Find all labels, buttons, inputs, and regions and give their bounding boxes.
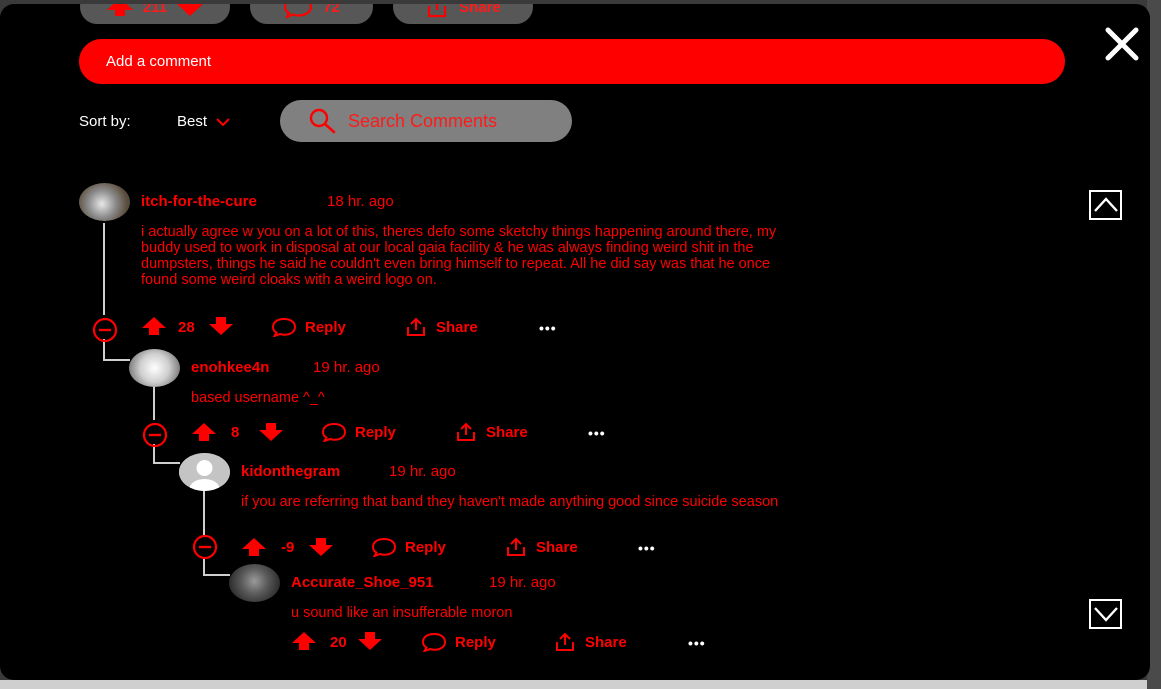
avatar[interactable] (79, 183, 130, 221)
comment-body: u sound like an insufferable moron (291, 605, 513, 621)
more-options-icon[interactable]: ••• (638, 540, 656, 556)
comment-username[interactable]: Accurate_Shoe_951 (291, 574, 434, 591)
comment-score: 8 (231, 424, 240, 441)
comment-username[interactable]: enohkee4n (191, 359, 269, 376)
add-comment-input[interactable]: Add a comment (79, 39, 1065, 84)
close-icon[interactable] (1104, 26, 1140, 62)
sort-dropdown[interactable]: Best (177, 113, 230, 130)
share-label: Share (486, 423, 528, 441)
upvote-icon[interactable] (292, 632, 316, 650)
downvote-icon[interactable] (177, 4, 204, 16)
reply-label: Reply (455, 633, 496, 651)
comment-body: if you are referring that band they have… (241, 494, 779, 510)
thread-line (103, 223, 105, 315)
share-label: Share (536, 538, 578, 556)
share-button[interactable]: Share (504, 537, 578, 557)
scroll-down-button[interactable] (1089, 599, 1122, 629)
sort-value: Best (177, 113, 208, 130)
comment-score: 28 (178, 319, 195, 336)
reply-button[interactable]: Reply (321, 422, 396, 442)
thread-line (203, 574, 230, 576)
collapse-icon[interactable] (191, 534, 219, 560)
chevron-up-icon (1093, 197, 1118, 212)
share-button[interactable]: Share (404, 317, 478, 337)
comment-timestamp: 19 hr. ago (313, 359, 380, 376)
comment-bubble-icon (371, 537, 397, 557)
upvote-icon[interactable] (106, 4, 133, 16)
comment-bubble-icon (284, 4, 313, 18)
post-comment-count: 72 (323, 4, 340, 16)
downvote-icon[interactable] (259, 423, 283, 441)
comment-body: based username ^_^ (191, 390, 325, 406)
reply-button[interactable]: Reply (421, 632, 496, 652)
share-button[interactable]: Share (454, 422, 528, 442)
post-action-bar: 211 72 Share (80, 4, 533, 24)
post-share-label: Share (459, 4, 501, 16)
share-icon (407, 317, 425, 336)
sort-label: Sort by: (79, 113, 131, 130)
post-share-button[interactable]: Share (393, 4, 533, 24)
comment-score: 20 (330, 634, 347, 651)
avatar[interactable] (179, 453, 230, 491)
comment-score: -9 (281, 539, 295, 556)
upvote-icon[interactable] (242, 538, 266, 556)
downvote-icon[interactable] (209, 317, 233, 335)
reply-label: Reply (305, 318, 346, 336)
collapse-icon[interactable] (141, 422, 169, 448)
share-label: Share (436, 318, 478, 336)
reply-label: Reply (355, 423, 396, 441)
downvote-icon[interactable] (309, 538, 333, 556)
thread-line (203, 491, 205, 535)
search-icon (309, 108, 336, 134)
search-comments-button[interactable]: Search Comments (280, 100, 572, 142)
scroll-up-button[interactable] (1089, 190, 1122, 220)
comment-bubble-icon (421, 632, 447, 652)
comment-username[interactable]: kidonthegram (241, 463, 340, 480)
more-options-icon[interactable]: ••• (588, 425, 606, 441)
reply-button[interactable]: Reply (371, 537, 446, 557)
comment-bubble-icon (321, 422, 347, 442)
share-label: Share (585, 633, 627, 651)
upvote-icon[interactable] (142, 317, 166, 335)
chevron-down-icon (216, 117, 230, 126)
reply-button[interactable]: Reply (271, 317, 346, 337)
thread-line (103, 359, 130, 361)
more-options-icon[interactable]: ••• (688, 635, 706, 651)
collapse-icon[interactable] (91, 317, 119, 343)
comment-timestamp: 19 hr. ago (389, 463, 456, 480)
comments-modal: 211 72 Share Add a comment Sort by: Best… (0, 4, 1150, 680)
share-icon (428, 4, 447, 18)
post-vote-count: 211 (142, 4, 168, 16)
search-comments-label: Search Comments (348, 110, 498, 131)
share-icon (457, 422, 475, 441)
post-vote-pill: 211 (80, 4, 230, 24)
avatar[interactable] (229, 564, 280, 602)
post-comments-pill[interactable]: 72 (250, 4, 373, 24)
underlying-page-strip (0, 680, 1161, 689)
chevron-down-icon (1093, 607, 1118, 622)
comment-timestamp: 18 hr. ago (327, 193, 394, 210)
comment-body: i actually agree w you on a lot of this,… (141, 224, 777, 288)
reply-label: Reply (405, 538, 446, 556)
share-icon (507, 537, 525, 556)
default-avatar-icon (179, 453, 230, 491)
add-comment-placeholder: Add a comment (106, 53, 212, 70)
thread-line (153, 386, 155, 420)
downvote-icon[interactable] (358, 632, 382, 650)
comment-username[interactable]: itch-for-the-cure (141, 193, 257, 210)
more-options-icon[interactable]: ••• (539, 320, 557, 336)
thread-line (153, 462, 180, 464)
upvote-icon[interactable] (192, 423, 216, 441)
share-button[interactable]: Share (553, 632, 627, 652)
avatar[interactable] (129, 349, 180, 387)
comment-bubble-icon (271, 317, 297, 337)
share-icon (556, 632, 574, 651)
comment-timestamp: 19 hr. ago (489, 574, 556, 591)
